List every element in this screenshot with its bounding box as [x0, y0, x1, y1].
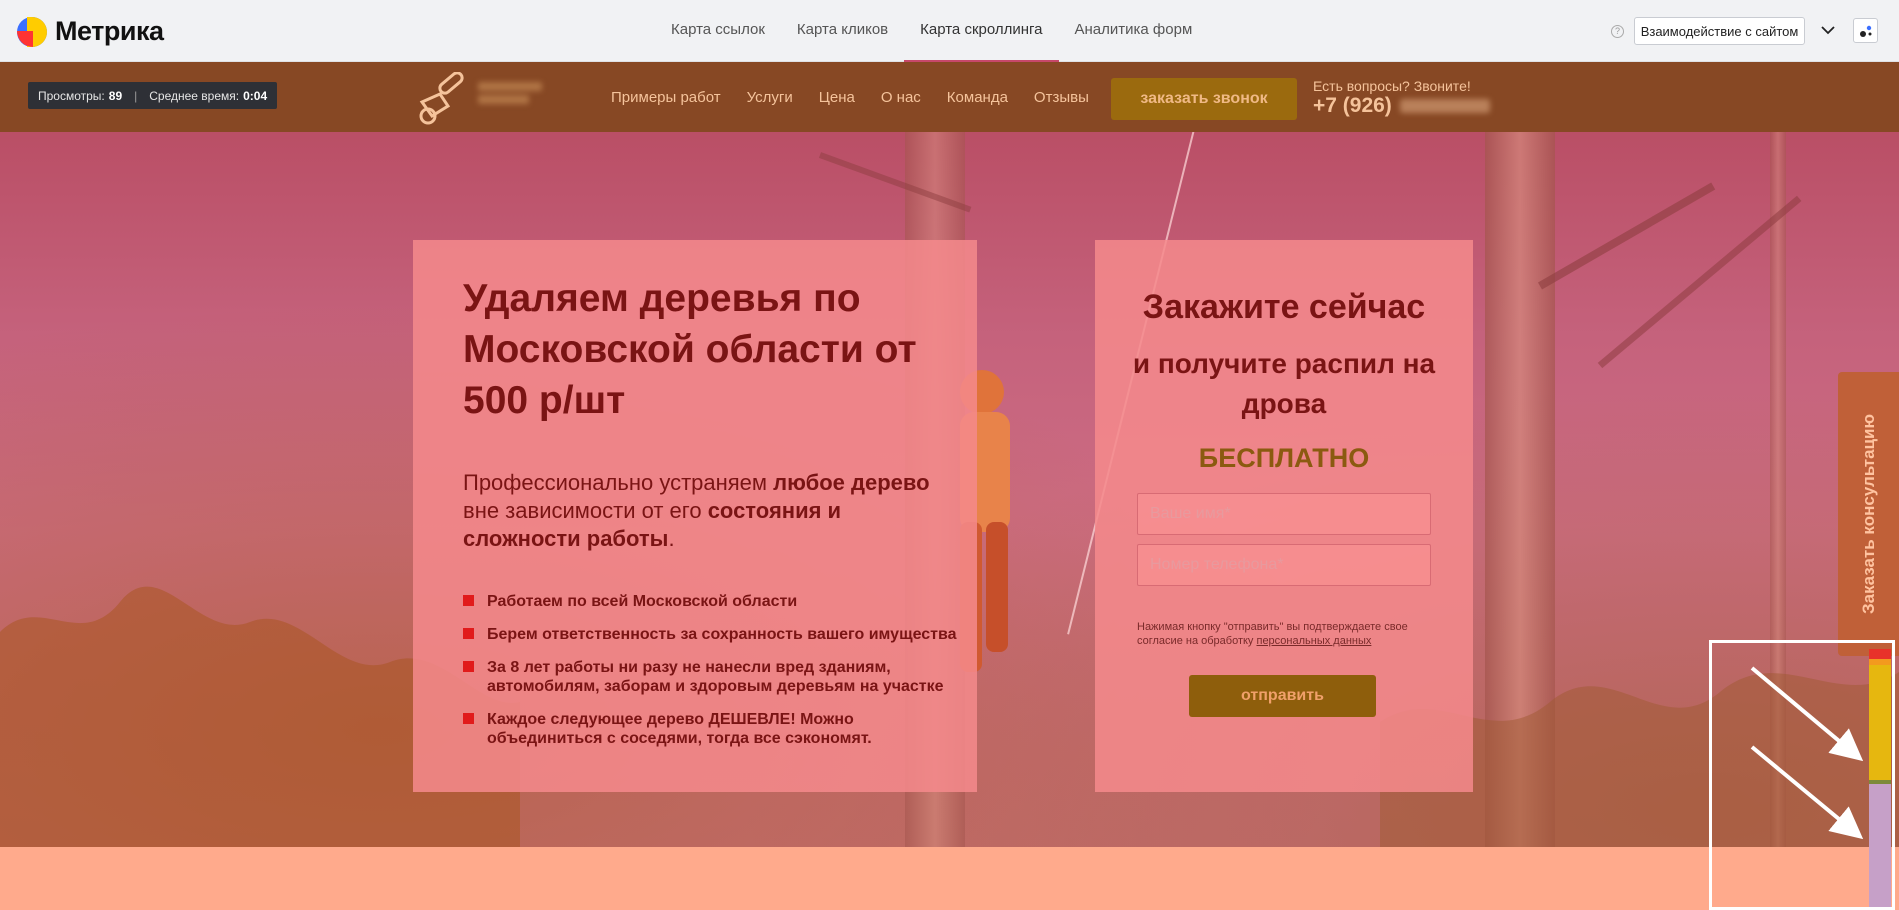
panel-settings-icon[interactable] — [1853, 18, 1878, 43]
metrika-logo-text: Метрика — [55, 16, 164, 46]
form-title: Закажите сейчас — [1142, 288, 1426, 326]
site-preview: Просмотры: 89 | Среднее время: 0:04 Прим… — [0, 62, 1899, 910]
scale-segment-yellow — [1869, 665, 1891, 780]
list-item: Работаем по всей Московской области — [463, 592, 963, 611]
benefit-text: Берем ответственность за сохранность ваш… — [487, 626, 957, 643]
tab-click-map[interactable]: Карта кликов — [781, 0, 904, 62]
red-square-bullet-icon — [463, 595, 474, 606]
free-label: БЕСПЛАТНО — [1198, 443, 1370, 473]
nav-team[interactable]: Команда — [934, 89, 1021, 106]
hero-card: Удаляем деревья по Московской области от… — [413, 240, 977, 792]
nav-price[interactable]: Цена — [806, 89, 868, 106]
form-subtitle: и получите распил на дрова — [1132, 348, 1436, 419]
avg-time-value: 0:04 — [243, 88, 268, 103]
list-item: Берем ответственность за сохранность ваш… — [463, 625, 963, 644]
red-square-bullet-icon — [463, 661, 474, 672]
scale-segment-red — [1869, 649, 1891, 659]
lead-text: вне зависимости от его — [463, 498, 708, 523]
order-form-card: Закажите сейчас и получите распил на дро… — [1095, 240, 1473, 792]
submit-button[interactable]: отправить — [1189, 675, 1376, 717]
site-nav: Примеры работ Услуги Цена О нас Команда … — [598, 62, 1102, 132]
views-value: 89 — [108, 88, 123, 103]
tab-scroll-map[interactable]: Карта скроллинга — [904, 0, 1059, 62]
list-item: Каждое следующее дерево ДЕШЕВЛЕ! Можно о… — [463, 710, 963, 748]
next-section-band — [0, 847, 1899, 910]
name-input[interactable] — [1137, 493, 1431, 535]
phone-number[interactable]: +7 (926) — [1313, 94, 1490, 118]
benefit-text: Работаем по всей Московской области — [487, 593, 798, 610]
tree-branch — [1538, 182, 1716, 290]
phone-input[interactable] — [1137, 544, 1431, 586]
scroll-depth-scale[interactable] — [1869, 649, 1891, 910]
scale-segment-violet — [1869, 784, 1891, 910]
tab-form-analytics[interactable]: Аналитика форм — [1059, 0, 1209, 62]
stats-separator: | — [134, 88, 138, 103]
site-header: Просмотры: 89 | Среднее время: 0:04 Прим… — [0, 62, 1899, 132]
metrika-logo[interactable]: Метрика — [17, 16, 164, 47]
phone-blurred — [1399, 99, 1490, 113]
avg-time-label: Среднее время: — [149, 88, 240, 103]
hero-title: Удаляем деревья по Московской области от… — [463, 277, 917, 422]
consult-side-tab-label: Заказать консультацию — [1858, 413, 1878, 615]
questions-text: Есть вопросы? Звоните! — [1313, 78, 1471, 94]
hero-lead: Профессионально устраняем любое дерево в… — [463, 469, 953, 553]
red-square-bullet-icon — [463, 628, 474, 639]
red-square-bullet-icon — [463, 713, 474, 724]
consult-side-tab[interactable]: Заказать консультацию — [1838, 372, 1899, 656]
personal-data-link[interactable]: персональных данных — [1256, 635, 1371, 647]
benefit-text: Каждое следующее дерево ДЕШЕВЛЕ! Можно о… — [487, 711, 872, 747]
consent-text: Нажимая кнопку "отправить" вы подтвержда… — [1137, 620, 1437, 648]
nav-portfolio[interactable]: Примеры работ — [598, 89, 734, 106]
scroll-stats-badge: Просмотры: 89 | Среднее время: 0:04 — [28, 82, 278, 109]
interact-with-site-button[interactable]: Взаимодействие с сайтом — [1634, 17, 1805, 45]
benefit-text: За 8 лет работы ни разу не нанесли вред … — [487, 659, 944, 695]
nav-about[interactable]: О нас — [868, 89, 934, 106]
metrika-tabs: Карта ссылок Карта кликов Карта скроллин… — [655, 0, 1208, 62]
lead-text: Профессионально устраняем — [463, 470, 774, 495]
chevron-down-icon[interactable] — [1818, 20, 1838, 40]
metrika-toolbar: Метрика Карта ссылок Карта кликов Карта … — [0, 0, 1899, 62]
views-label: Просмотры: — [38, 88, 105, 103]
tab-link-map[interactable]: Карта ссылок — [655, 0, 781, 62]
benefits-list: Работаем по всей Московской области Бере… — [463, 592, 963, 762]
list-item: За 8 лет работы ни разу не нанесли вред … — [463, 658, 963, 696]
brand-name-blurred — [478, 78, 542, 114]
help-icon[interactable]: ? — [1611, 25, 1624, 38]
order-call-button[interactable]: заказать звонок — [1111, 78, 1297, 120]
phone-prefix: +7 (926) — [1313, 94, 1392, 117]
lead-text: . — [668, 526, 675, 551]
lead-bold: любое дерево — [773, 470, 930, 495]
chainsaw-logo-icon[interactable] — [414, 72, 470, 126]
metrika-logo-icon — [17, 16, 47, 47]
nav-services[interactable]: Услуги — [734, 89, 806, 106]
nav-reviews[interactable]: Отзывы — [1021, 89, 1102, 106]
